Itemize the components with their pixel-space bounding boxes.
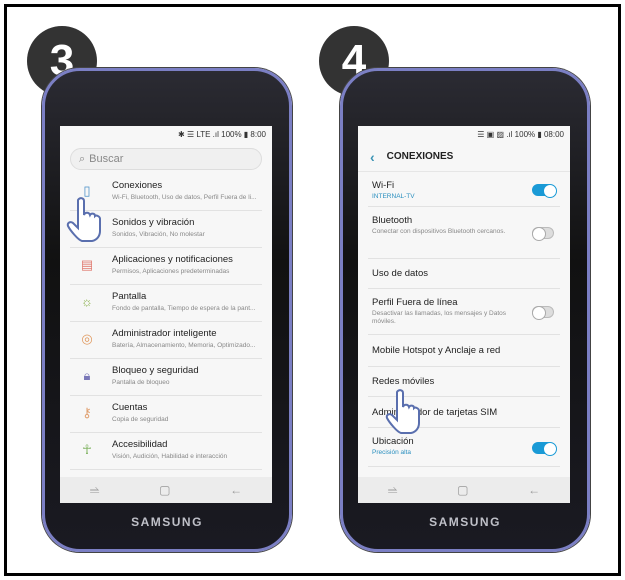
connections-item-wi-fi[interactable]: Wi-Fi INTERNAL-TV bbox=[368, 172, 560, 207]
connections-item-bluetooth[interactable]: Bluetooth Conectar con dispositivos Bluet… bbox=[368, 207, 560, 259]
settings-item-aplicaciones[interactable]: ▤ Aplicaciones y notificaciones Permisos, … bbox=[70, 248, 262, 285]
item-subtitle: Wi-Fi, Bluetooth, Uso de datos, Perfil F… bbox=[112, 194, 257, 201]
brand-logo: SAMSUNG bbox=[429, 515, 501, 529]
recent-apps-button[interactable]: ⥬ bbox=[388, 483, 398, 498]
search-placeholder: Buscar bbox=[89, 153, 124, 165]
back-button[interactable]: ← bbox=[230, 483, 242, 497]
settings-item-bloqueo[interactable]: 🔒︎ Bloqueo y seguridad Pantalla de bloqueo bbox=[70, 359, 262, 396]
status-bar: ☰ ▣ ▨ .ıl 100% ▮ 08:00 bbox=[477, 130, 564, 139]
item-subtitle: Pantalla de bloqueo bbox=[112, 379, 170, 386]
pointing-hand-icon bbox=[66, 197, 101, 242]
connections-screen: ☰ ▣ ▨ .ıl 100% ▮ 08:00 ‹ CONEXIONES Wi-Fi… bbox=[358, 126, 570, 503]
item-title: Cuentas bbox=[112, 402, 148, 413]
phone-left: ✱ ☰ LTE .ıl 100% ▮ 8:00 ⌕ Buscar ▯ Conexio… bbox=[42, 68, 292, 552]
item-title: Aplicaciones y notificaciones bbox=[112, 254, 233, 265]
status-bar: ✱ ☰ LTE .ıl 100% ▮ 8:00 bbox=[178, 130, 266, 139]
search-icon: ⌕ bbox=[79, 152, 86, 165]
item-subtitle: Desactivar las llamadas, los mensajes y … bbox=[372, 310, 507, 325]
nav-bar: ⥬ ▢ ← bbox=[60, 477, 272, 503]
home-button[interactable]: ▢ bbox=[159, 483, 170, 497]
item-subtitle: Sonidos, Vibración, No molestar bbox=[112, 231, 205, 238]
toggle-switch[interactable] bbox=[532, 306, 554, 320]
back-arrow-icon[interactable]: ‹ bbox=[370, 149, 375, 165]
accessibility-icon: ☥ bbox=[82, 442, 92, 457]
item-title: Accesibilidad bbox=[112, 439, 168, 450]
item-subtitle: INTERNAL-TV bbox=[372, 193, 415, 200]
settings-item-cuentas[interactable]: ⚷ Cuentas Copia de seguridad bbox=[70, 396, 262, 433]
item-title: Sonidos y vibración bbox=[112, 217, 195, 228]
connections-item-mobile[interactable]: Mobile Hotspot y Anclaje a red bbox=[368, 335, 560, 367]
item-subtitle: Permisos, Aplicaciones predeterminadas bbox=[112, 268, 230, 275]
item-subtitle: Conectar con dispositivos Bluetooth cerc… bbox=[372, 228, 506, 235]
back-button[interactable]: ← bbox=[528, 483, 540, 497]
item-title: Conexiones bbox=[112, 180, 163, 191]
connections-item-perfil[interactable]: Perfil Fuera de línea Desactivar las llam… bbox=[368, 289, 560, 335]
item-title: Bluetooth bbox=[372, 215, 413, 226]
key-icon: ⚷ bbox=[82, 405, 92, 420]
settings-screen: ✱ ☰ LTE .ıl 100% ▮ 8:00 ⌕ Buscar ▯ Conexio… bbox=[60, 126, 272, 503]
toggle-switch[interactable] bbox=[532, 227, 554, 241]
recent-apps-button[interactable]: ⥬ bbox=[90, 483, 100, 498]
display-icon: ☼ bbox=[81, 294, 93, 309]
connections-item-uso[interactable]: Uso de datos bbox=[368, 259, 560, 289]
phone-right: ☰ ▣ ▨ .ıl 100% ▮ 08:00 ‹ CONEXIONES Wi-Fi… bbox=[340, 68, 590, 552]
item-title: Administrador inteligente bbox=[112, 328, 217, 339]
item-subtitle: Copia de seguridad bbox=[112, 416, 169, 423]
item-title: Uso de datos bbox=[372, 268, 428, 279]
home-button[interactable]: ▢ bbox=[457, 483, 468, 497]
item-title: Mobile Hotspot y Anclaje a red bbox=[372, 345, 501, 356]
item-title: Pantalla bbox=[112, 291, 147, 302]
settings-item-administrador[interactable]: ◎ Administrador inteligente Batería, Almac… bbox=[70, 322, 262, 359]
toggle-switch[interactable] bbox=[532, 441, 557, 456]
nav-bar: ⥬ ▢ ← bbox=[358, 477, 570, 503]
search-input[interactable]: ⌕ Buscar bbox=[70, 148, 262, 170]
device-care-icon: ◎ bbox=[81, 331, 93, 346]
brand-logo: SAMSUNG bbox=[131, 515, 203, 529]
item-subtitle: Precisión alta bbox=[372, 449, 412, 456]
item-title: Wi-Fi bbox=[372, 180, 395, 191]
pointing-hand-icon bbox=[385, 389, 420, 434]
apps-icon: ▤ bbox=[80, 257, 94, 272]
settings-item-pantalla[interactable]: ☼ Pantalla Fondo de pantalla, Tiempo de es… bbox=[70, 285, 262, 322]
item-title: Redes móviles bbox=[372, 376, 435, 387]
lock-icon: 🔒︎ bbox=[83, 368, 91, 383]
item-subtitle: Visión, Audición, Habilidad e interacció… bbox=[112, 453, 228, 460]
item-subtitle: Fondo de pantalla, Tiempo de espera de l… bbox=[112, 305, 256, 312]
settings-item-accesibilidad[interactable]: ☥ Accesibilidad Visión, Audición, Habilida… bbox=[70, 433, 262, 470]
item-title: Perfil Fuera de línea bbox=[372, 297, 458, 308]
item-subtitle: Batería, Almacenamiento, Memoria, Optimi… bbox=[112, 342, 256, 349]
item-title: Bloqueo y seguridad bbox=[112, 365, 199, 376]
toggle-switch[interactable] bbox=[532, 183, 557, 198]
page-title: CONEXIONES bbox=[386, 151, 454, 162]
